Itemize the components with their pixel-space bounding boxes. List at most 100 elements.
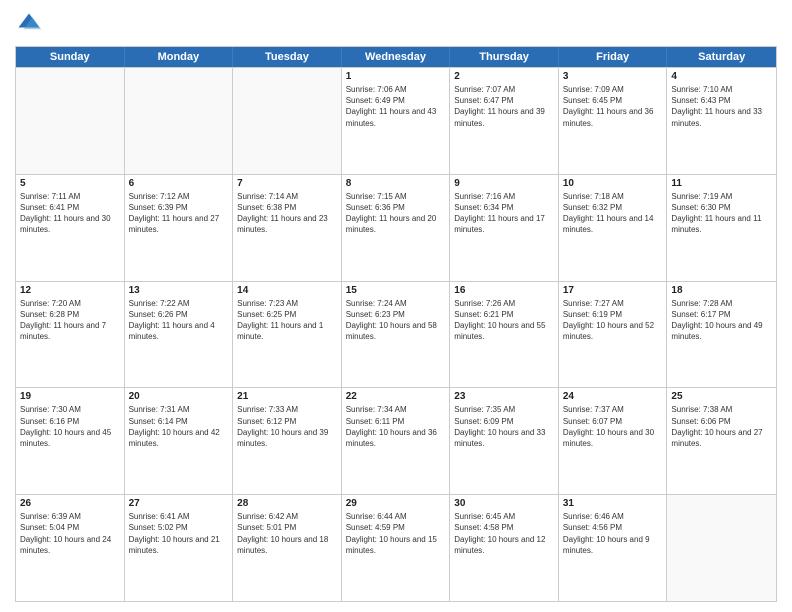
weekday-header: Saturday (667, 47, 776, 67)
cell-info: Sunrise: 7:14 AM Sunset: 6:38 PM Dayligh… (237, 191, 337, 236)
day-number: 27 (129, 498, 229, 509)
cell-info: Sunrise: 7:35 AM Sunset: 6:09 PM Dayligh… (454, 404, 554, 449)
cell-info: Sunrise: 7:33 AM Sunset: 6:12 PM Dayligh… (237, 404, 337, 449)
cell-info: Sunrise: 7:30 AM Sunset: 6:16 PM Dayligh… (20, 404, 120, 449)
day-number: 13 (129, 285, 229, 296)
day-number: 1 (346, 71, 446, 82)
day-number: 2 (454, 71, 554, 82)
day-number: 8 (346, 178, 446, 189)
calendar-cell: 6 Sunrise: 7:12 AM Sunset: 6:39 PM Daylig… (125, 175, 234, 281)
cell-info: Sunrise: 7:38 AM Sunset: 6:06 PM Dayligh… (671, 404, 772, 449)
cell-info: Sunrise: 6:39 AM Sunset: 5:04 PM Dayligh… (20, 511, 120, 556)
calendar-cell: 11 Sunrise: 7:19 AM Sunset: 6:30 PM Dayli… (667, 175, 776, 281)
calendar-row: 1 Sunrise: 7:06 AM Sunset: 6:49 PM Daylig… (16, 67, 776, 174)
weekday-header: Sunday (16, 47, 125, 67)
day-number: 6 (129, 178, 229, 189)
weekday-header: Wednesday (342, 47, 451, 67)
calendar-cell: 9 Sunrise: 7:16 AM Sunset: 6:34 PM Daylig… (450, 175, 559, 281)
cell-info: Sunrise: 6:44 AM Sunset: 4:59 PM Dayligh… (346, 511, 446, 556)
logo-icon (15, 10, 43, 38)
calendar-header: SundayMondayTuesdayWednesdayThursdayFrid… (16, 47, 776, 67)
calendar-cell: 22 Sunrise: 7:34 AM Sunset: 6:11 PM Dayli… (342, 388, 451, 494)
calendar-row: 19 Sunrise: 7:30 AM Sunset: 6:16 PM Dayli… (16, 387, 776, 494)
weekday-header: Friday (559, 47, 668, 67)
calendar-cell (125, 68, 234, 174)
cell-info: Sunrise: 7:12 AM Sunset: 6:39 PM Dayligh… (129, 191, 229, 236)
calendar-cell: 14 Sunrise: 7:23 AM Sunset: 6:25 PM Dayli… (233, 282, 342, 388)
cell-info: Sunrise: 7:11 AM Sunset: 6:41 PM Dayligh… (20, 191, 120, 236)
calendar-cell (667, 495, 776, 601)
day-number: 15 (346, 285, 446, 296)
cell-info: Sunrise: 7:24 AM Sunset: 6:23 PM Dayligh… (346, 298, 446, 343)
calendar-cell: 23 Sunrise: 7:35 AM Sunset: 6:09 PM Dayli… (450, 388, 559, 494)
day-number: 17 (563, 285, 663, 296)
calendar-row: 5 Sunrise: 7:11 AM Sunset: 6:41 PM Daylig… (16, 174, 776, 281)
cell-info: Sunrise: 7:20 AM Sunset: 6:28 PM Dayligh… (20, 298, 120, 343)
calendar-cell (16, 68, 125, 174)
cell-info: Sunrise: 7:34 AM Sunset: 6:11 PM Dayligh… (346, 404, 446, 449)
calendar-cell: 3 Sunrise: 7:09 AM Sunset: 6:45 PM Daylig… (559, 68, 668, 174)
day-number: 3 (563, 71, 663, 82)
day-number: 5 (20, 178, 120, 189)
cell-info: Sunrise: 7:19 AM Sunset: 6:30 PM Dayligh… (671, 191, 772, 236)
calendar-cell: 24Sunrise: 7:37 AM Sunset: 6:07 PM Dayli… (559, 388, 668, 494)
calendar-cell: 29 Sunrise: 6:44 AM Sunset: 4:59 PM Dayli… (342, 495, 451, 601)
day-number: 19 (20, 391, 120, 402)
cell-info: Sunrise: 7:27 AM Sunset: 6:19 PM Dayligh… (563, 298, 663, 343)
day-number: 11 (671, 178, 772, 189)
cell-info: Sunrise: 6:45 AM Sunset: 4:58 PM Dayligh… (454, 511, 554, 556)
cell-info: Sunrise: 7:10 AM Sunset: 6:43 PM Dayligh… (671, 84, 772, 129)
weekday-header: Monday (125, 47, 234, 67)
calendar-cell: 27 Sunrise: 6:41 AM Sunset: 5:02 PM Dayli… (125, 495, 234, 601)
day-number: 14 (237, 285, 337, 296)
cell-info: Sunrise: 7:23 AM Sunset: 6:25 PM Dayligh… (237, 298, 337, 343)
calendar-row: 12 Sunrise: 7:20 AM Sunset: 6:28 PM Dayli… (16, 281, 776, 388)
calendar-cell: 20Sunrise: 7:31 AM Sunset: 6:14 PM Dayli… (125, 388, 234, 494)
cell-info: Sunrise: 6:41 AM Sunset: 5:02 PM Dayligh… (129, 511, 229, 556)
cell-info: Sunrise: 6:42 AM Sunset: 5:01 PM Dayligh… (237, 511, 337, 556)
cell-info: Sunrise: 6:46 AM Sunset: 4:56 PM Dayligh… (563, 511, 663, 556)
calendar-cell: 31Sunrise: 6:46 AM Sunset: 4:56 PM Dayli… (559, 495, 668, 601)
cell-info: Sunrise: 7:06 AM Sunset: 6:49 PM Dayligh… (346, 84, 446, 129)
calendar-row: 26Sunrise: 6:39 AM Sunset: 5:04 PM Dayli… (16, 494, 776, 601)
calendar-cell: 10 Sunrise: 7:18 AM Sunset: 6:32 PM Dayli… (559, 175, 668, 281)
cell-info: Sunrise: 7:16 AM Sunset: 6:34 PM Dayligh… (454, 191, 554, 236)
day-number: 12 (20, 285, 120, 296)
calendar-cell: 15 Sunrise: 7:24 AM Sunset: 6:23 PM Dayli… (342, 282, 451, 388)
calendar-cell: 2Sunrise: 7:07 AM Sunset: 6:47 PM Daylig… (450, 68, 559, 174)
day-number: 23 (454, 391, 554, 402)
day-number: 24 (563, 391, 663, 402)
day-number: 30 (454, 498, 554, 509)
day-number: 22 (346, 391, 446, 402)
weekday-header: Tuesday (233, 47, 342, 67)
calendar-cell: 21Sunrise: 7:33 AM Sunset: 6:12 PM Dayli… (233, 388, 342, 494)
logo (15, 10, 47, 38)
day-number: 20 (129, 391, 229, 402)
cell-info: Sunrise: 7:26 AM Sunset: 6:21 PM Dayligh… (454, 298, 554, 343)
day-number: 9 (454, 178, 554, 189)
day-number: 18 (671, 285, 772, 296)
cell-info: Sunrise: 7:18 AM Sunset: 6:32 PM Dayligh… (563, 191, 663, 236)
day-number: 29 (346, 498, 446, 509)
day-number: 4 (671, 71, 772, 82)
page-header (15, 10, 777, 38)
calendar-cell: 28 Sunrise: 6:42 AM Sunset: 5:01 PM Dayli… (233, 495, 342, 601)
calendar-cell: 8 Sunrise: 7:15 AM Sunset: 6:36 PM Daylig… (342, 175, 451, 281)
day-number: 7 (237, 178, 337, 189)
calendar-cell (233, 68, 342, 174)
calendar-cell: 17 Sunrise: 7:27 AM Sunset: 6:19 PM Dayli… (559, 282, 668, 388)
calendar-cell: 25 Sunrise: 7:38 AM Sunset: 6:06 PM Dayli… (667, 388, 776, 494)
calendar-cell: 18 Sunrise: 7:28 AM Sunset: 6:17 PM Dayli… (667, 282, 776, 388)
calendar-cell: 19 Sunrise: 7:30 AM Sunset: 6:16 PM Dayli… (16, 388, 125, 494)
cell-info: Sunrise: 7:28 AM Sunset: 6:17 PM Dayligh… (671, 298, 772, 343)
calendar-cell: 16Sunrise: 7:26 AM Sunset: 6:21 PM Dayli… (450, 282, 559, 388)
calendar-cell: 12 Sunrise: 7:20 AM Sunset: 6:28 PM Dayli… (16, 282, 125, 388)
day-number: 10 (563, 178, 663, 189)
calendar-cell: 1 Sunrise: 7:06 AM Sunset: 6:49 PM Daylig… (342, 68, 451, 174)
day-number: 28 (237, 498, 337, 509)
cell-info: Sunrise: 7:15 AM Sunset: 6:36 PM Dayligh… (346, 191, 446, 236)
day-number: 25 (671, 391, 772, 402)
cell-info: Sunrise: 7:09 AM Sunset: 6:45 PM Dayligh… (563, 84, 663, 129)
cell-info: Sunrise: 7:22 AM Sunset: 6:26 PM Dayligh… (129, 298, 229, 343)
weekday-header: Thursday (450, 47, 559, 67)
